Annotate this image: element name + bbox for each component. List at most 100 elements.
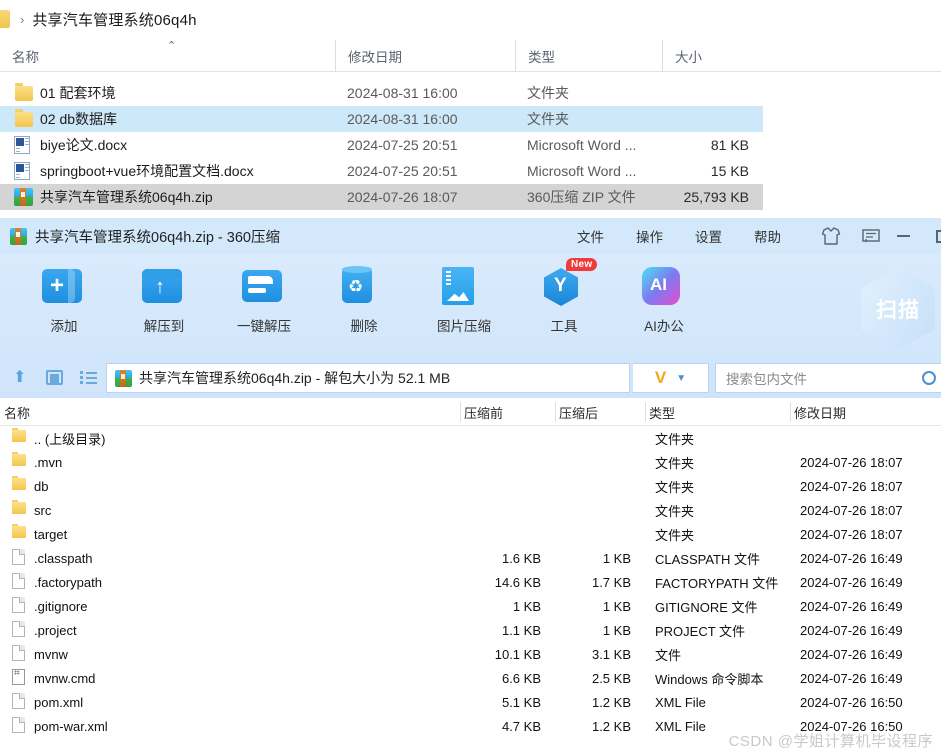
cell-after: 1 KB: [602, 598, 631, 614]
titlebar-utility-icons: [821, 218, 881, 254]
column-divider[interactable]: [460, 402, 461, 422]
cell-name: pom-war.xml: [34, 718, 108, 734]
table-row[interactable]: 共享汽车管理系统06q4h.zip 2024-07-26 18:07 360压缩 Z…: [0, 184, 763, 210]
table-row[interactable]: .. (上级目录) 文件夹: [0, 426, 941, 450]
cell-after: [555, 450, 645, 474]
column-divider[interactable]: [790, 402, 791, 422]
preview-pane-icon[interactable]: [42, 366, 68, 390]
chevron-right-icon[interactable]: ›: [20, 13, 24, 26]
chevron-down-icon[interactable]: ▼: [676, 373, 686, 384]
table-row[interactable]: .gitignore 1 KB 1 KB GITIGNORE 文件 2024-07-26…: [0, 594, 941, 618]
table-row[interactable]: .mvn 文件夹 2024-07-26 18:07: [0, 450, 941, 474]
table-row[interactable]: src 文件夹 2024-07-26 18:07: [0, 498, 941, 522]
table-row[interactable]: .factorypath 14.6 KB 1.7 KB FACTORYPATH 文件 2…: [0, 570, 941, 594]
breadcrumb[interactable]: › 共享汽车管理系统06q4h: [0, 0, 941, 38]
cell-before: 10.1 KB: [494, 646, 541, 662]
toolbar-button-图片压缩[interactable]: 图片压缩: [418, 264, 510, 335]
cell-size: 81 KB: [710, 137, 749, 153]
menu-item-0[interactable]: 文件: [577, 226, 604, 246]
up-arrow-icon[interactable]: [8, 366, 34, 390]
cell-date: 2024-07-26 18:07: [347, 189, 458, 205]
delete-icon: [342, 264, 386, 308]
zip-column-header[interactable]: 类型: [649, 398, 794, 426]
explorer-column-headers: 名称 修改日期 类型 大小: [0, 40, 941, 72]
one-click-extract-icon: [242, 264, 286, 308]
zip-column-headers: 名称 压缩前 压缩后 类型 修改日期: [0, 398, 941, 426]
breadcrumb-title[interactable]: 共享汽车管理系统06q4h: [32, 9, 196, 30]
cell-before: [460, 498, 555, 522]
cell-date: 2024-07-26 18:07: [800, 526, 903, 542]
windows-explorer-pane: › 共享汽车管理系统06q4h 名称 修改日期 类型 大小 ⌃ 01 配套环境 2024…: [0, 0, 941, 218]
toolbar-label: 一键解压: [237, 319, 291, 334]
cell-name: 01 配套环境: [40, 85, 116, 101]
list-view-icon[interactable]: [76, 366, 102, 390]
shirt-icon[interactable]: [821, 227, 841, 245]
cell-type: GITIGNORE 文件: [655, 599, 758, 615]
cell-before: 5.1 KB: [501, 694, 541, 710]
extract-to-icon: [142, 264, 186, 308]
search-icon[interactable]: [922, 371, 936, 385]
zip-column-header[interactable]: 压缩后: [559, 398, 649, 426]
cell-date: 2024-08-31 16:00: [347, 111, 458, 127]
maximize-icon[interactable]: [936, 229, 941, 243]
sort-ascending-icon[interactable]: ⌃: [167, 41, 176, 52]
menu-item-2[interactable]: 设置: [695, 226, 722, 246]
cell-before: 6.6 KB: [501, 670, 541, 686]
scan-label: 扫描: [876, 299, 920, 322]
toolbar-button-删除[interactable]: 删除: [318, 264, 410, 335]
search-placeholder: 搜索包内文件: [726, 372, 807, 387]
search-box[interactable]: 搜索包内文件: [715, 363, 941, 393]
cell-name: db: [34, 478, 49, 494]
zip-window-title: 共享汽车管理系统06q4h.zip - 360压缩: [35, 229, 280, 246]
message-icon[interactable]: [861, 227, 881, 245]
scan-button[interactable]: 扫描: [861, 268, 935, 350]
table-row[interactable]: mvnw.cmd 6.6 KB 2.5 KB Windows 命令脚本 2024-07-…: [0, 666, 941, 690]
toolbar-label: 删除: [350, 319, 378, 334]
zip-toolbar: 扫描 添加 解压到 一键解压 删除 图片压缩 New 工具 AI办公: [0, 254, 941, 358]
table-row[interactable]: mvnw 10.1 KB 3.1 KB 文件 2024-07-26 16:49: [0, 642, 941, 666]
cell-name: 共享汽车管理系统06q4h.zip: [40, 189, 213, 205]
explorer-column-header[interactable]: 修改日期: [335, 40, 515, 72]
cell-name: mvnw: [34, 646, 68, 662]
table-row[interactable]: 02 db数据库 2024-08-31 16:00 文件夹: [0, 106, 763, 132]
cell-before: [460, 426, 555, 450]
cell-type: 文件: [655, 647, 682, 663]
cell-date: 2024-07-26 18:07: [800, 478, 903, 494]
archive-path-field[interactable]: 共享汽车管理系统06q4h.zip - 解包大小为 52.1 MB: [106, 363, 630, 393]
table-row[interactable]: springboot+vue环境配置文档.docx 2024-07-25 20:5…: [0, 158, 763, 184]
explorer-column-header[interactable]: 大小: [662, 40, 763, 72]
table-row[interactable]: .project 1.1 KB 1 KB PROJECT 文件 2024-07-26 1…: [0, 618, 941, 642]
column-divider[interactable]: [645, 402, 646, 422]
virus-scan-dropdown[interactable]: V ▼: [633, 363, 709, 393]
zip-file-list[interactable]: .. (上级目录) 文件夹 .mvn 文件夹 2024-07-26 18:07 db 文件夹…: [0, 426, 941, 738]
zip-menubar: 文件 操作 设置 帮助: [545, 218, 781, 254]
zip-column-header[interactable]: 修改日期: [794, 398, 941, 426]
zip-column-header[interactable]: 名称: [4, 398, 464, 426]
explorer-column-header[interactable]: 类型: [515, 40, 662, 72]
column-divider[interactable]: [555, 402, 556, 422]
cell-date: 2024-07-26 18:07: [800, 454, 903, 470]
cell-after: 3.1 KB: [591, 646, 631, 662]
cell-size: 15 KB: [710, 163, 749, 179]
window-controls: [897, 218, 941, 254]
minimize-icon[interactable]: [897, 235, 910, 237]
toolbar-button-AI办公[interactable]: AI办公: [618, 264, 710, 335]
cell-after: 1 KB: [602, 550, 631, 566]
table-row[interactable]: biye论文.docx 2024-07-25 20:51 Microsoft Wor…: [0, 132, 763, 158]
menu-item-1[interactable]: 操作: [636, 226, 663, 246]
toolbar-button-添加[interactable]: 添加: [18, 264, 110, 335]
cell-type: 文件夹: [527, 85, 569, 101]
table-row[interactable]: pom.xml 5.1 KB 1.2 KB XML File 2024-07-26 16…: [0, 690, 941, 714]
table-row[interactable]: target 文件夹 2024-07-26 18:07: [0, 522, 941, 546]
explorer-file-list[interactable]: 01 配套环境 2024-08-31 16:00 文件夹 02 db数据库 2024-0…: [0, 80, 941, 210]
zip-column-header[interactable]: 压缩前: [464, 398, 559, 426]
toolbar-label: 图片压缩: [437, 319, 491, 334]
table-row[interactable]: .classpath 1.6 KB 1 KB CLASSPATH 文件 2024-07-…: [0, 546, 941, 570]
cell-name: .. (上级目录): [34, 431, 106, 447]
toolbar-button-工具[interactable]: New 工具: [518, 258, 610, 335]
menu-item-3[interactable]: 帮助: [754, 226, 781, 246]
table-row[interactable]: 01 配套环境 2024-08-31 16:00 文件夹: [0, 80, 763, 106]
toolbar-button-一键解压[interactable]: 一键解压: [218, 264, 310, 335]
toolbar-button-解压到[interactable]: 解压到: [118, 264, 210, 335]
table-row[interactable]: db 文件夹 2024-07-26 18:07: [0, 474, 941, 498]
